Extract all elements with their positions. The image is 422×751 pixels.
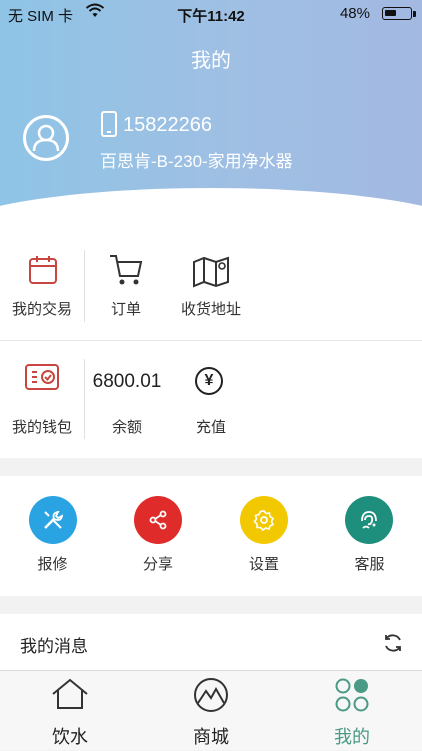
repair-button[interactable]: 报修 — [0, 476, 105, 596]
profile-header: 无 SIM 卡 下午11:42 48% 我的 15822266 百思肯-B-23… — [0, 0, 422, 232]
balance-display: 6800.01 余额 — [86, 341, 168, 458]
settings-circle — [240, 496, 288, 544]
service-label: 客服 — [354, 556, 385, 573]
device-name: 百思肯-B-230-家用净水器 — [100, 152, 293, 171]
header-curve — [0, 188, 422, 232]
phone-number: 15822266 — [123, 114, 212, 136]
house-icon — [52, 678, 88, 709]
services-section: 报修 分享 设置 客服 — [0, 476, 422, 596]
repair-circle — [29, 496, 77, 544]
gear-icon — [253, 510, 275, 532]
cart-icon — [110, 255, 143, 285]
tab-mine-label: 我的 — [334, 727, 370, 747]
mountain-icon — [194, 678, 228, 712]
recharge-button[interactable]: ¥ 充值 — [172, 341, 250, 458]
refresh-icon[interactable] — [382, 632, 404, 654]
share-circle — [134, 496, 182, 544]
order-button[interactable]: 订单 — [90, 232, 162, 340]
my-trade-label: 我的交易 — [11, 301, 72, 318]
tab-bar: 饮水 商城 我的 — [0, 670, 422, 750]
my-wallet-button[interactable]: 我的钱包 — [0, 341, 84, 458]
battery-percent: 48% — [339, 5, 370, 22]
my-wallet-label: 我的钱包 — [11, 419, 72, 436]
tab-mall-label: 商城 — [193, 727, 229, 747]
messages-row[interactable]: 我的消息 — [0, 614, 422, 670]
tab-mall[interactable]: 商城 — [141, 671, 281, 751]
settings-button[interactable]: 设置 — [211, 476, 317, 596]
address-label: 收货地址 — [180, 301, 241, 318]
share-icon — [149, 510, 167, 530]
tab-water[interactable]: 饮水 — [0, 671, 140, 751]
avatar[interactable] — [23, 115, 69, 161]
wallet-section: 我的钱包 6800.01 余额 ¥ 充值 — [0, 341, 422, 458]
balance-label: 余额 — [111, 419, 142, 436]
wallet-icon — [25, 364, 59, 390]
address-button[interactable]: 收货地址 — [170, 232, 252, 340]
user-icon — [32, 124, 60, 152]
settings-label: 设置 — [248, 556, 279, 573]
phone-icon — [101, 111, 117, 137]
tab-water-label: 饮水 — [52, 727, 88, 747]
repair-label: 报修 — [37, 556, 68, 573]
balance-amount: 6800.01 — [92, 371, 162, 392]
share-label: 分享 — [142, 556, 173, 573]
page-title: 我的 — [191, 50, 231, 72]
my-trade-button[interactable]: 我的交易 — [0, 232, 84, 340]
messages-title: 我的消息 — [20, 637, 88, 656]
share-button[interactable]: 分享 — [105, 476, 211, 596]
circles-icon — [335, 678, 369, 712]
quick-links: 我的交易 订单 收货地址 — [0, 232, 422, 341]
status-bar: 无 SIM 卡 下午11:42 48% — [0, 0, 422, 28]
recharge-label: 充值 — [195, 419, 226, 436]
battery-icon — [382, 7, 412, 20]
customer-service-button[interactable]: 客服 — [317, 476, 422, 596]
order-label: 订单 — [110, 301, 141, 318]
yen-icon: ¥ — [195, 367, 223, 395]
calendar-icon — [29, 256, 57, 284]
headset-icon — [361, 511, 377, 529]
map-icon — [193, 256, 229, 288]
wrench-icon — [44, 510, 64, 529]
tab-mine[interactable]: 我的 — [282, 671, 422, 751]
service-circle — [345, 496, 393, 544]
